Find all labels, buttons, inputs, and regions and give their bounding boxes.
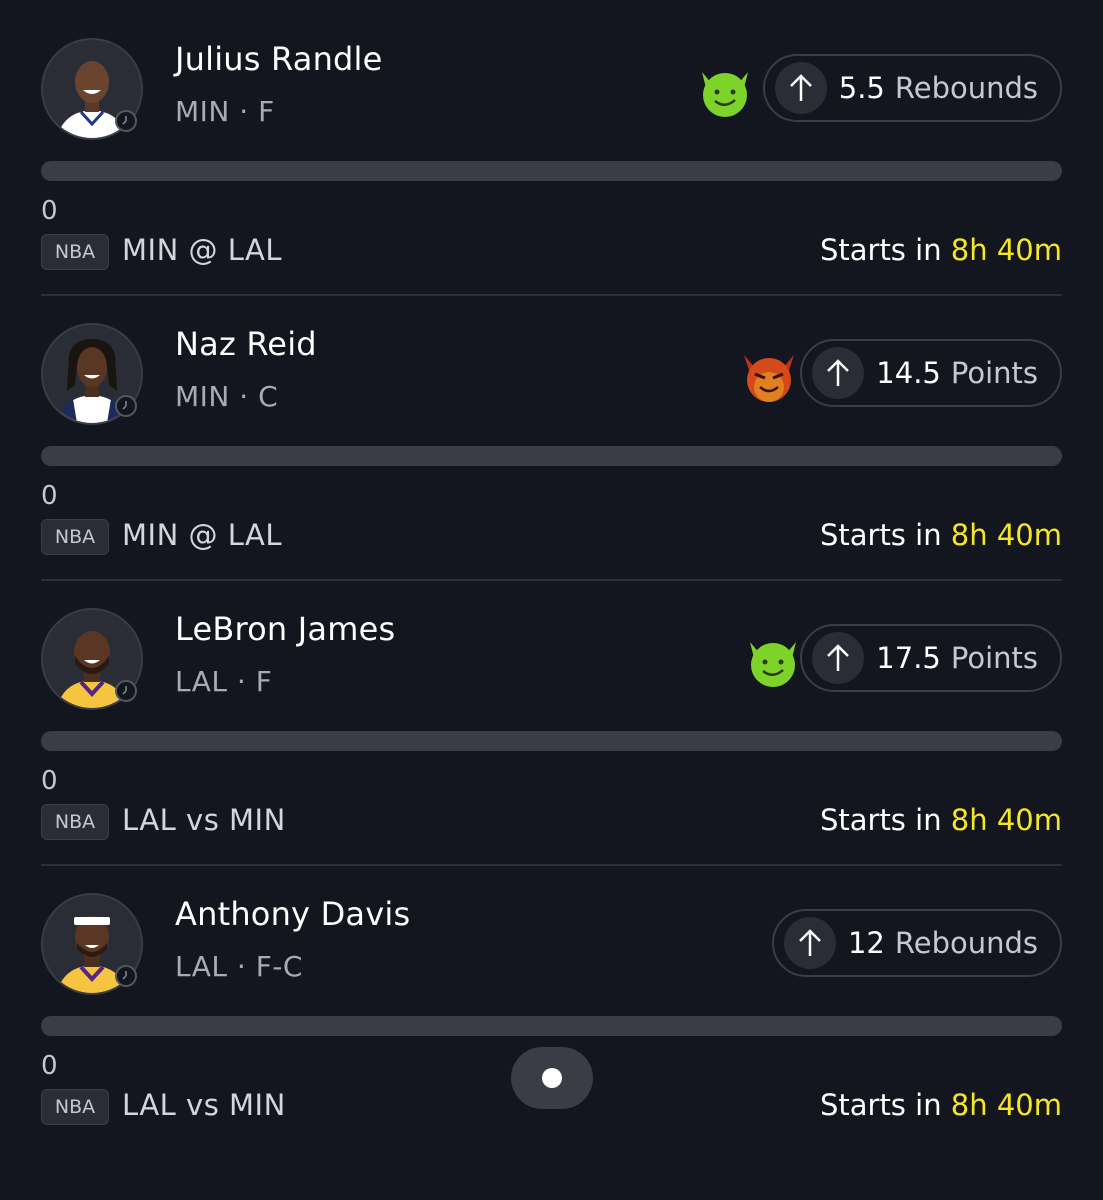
- divider: [41, 294, 1062, 296]
- line-stat: Rebounds: [894, 926, 1038, 960]
- goblin-icon: [744, 632, 802, 690]
- progress-bar: [41, 446, 1062, 466]
- matchup: LAL vs MIN: [122, 803, 286, 837]
- pick-line-button[interactable]: 17.5 Points: [800, 624, 1062, 692]
- start-time: Starts in 8h 40m: [820, 803, 1062, 837]
- progress-bar: [41, 1016, 1062, 1036]
- progress-count: 0: [41, 766, 58, 796]
- matchup: MIN @ LAL: [122, 233, 283, 267]
- scroll-dot: [542, 1068, 562, 1088]
- line-value: 17.5: [876, 641, 941, 675]
- player-team-position: MIN · F: [175, 95, 275, 128]
- up-arrow-icon: [812, 632, 865, 684]
- progress-bar: [41, 731, 1062, 751]
- scroll-indicator[interactable]: [511, 1047, 593, 1109]
- player-card[interactable]: Anthony Davis LAL · F-C 12 Rebounds 0 NB…: [41, 893, 1062, 1178]
- start-time-label: Starts in: [819, 1088, 942, 1122]
- clock-icon: [115, 110, 137, 132]
- progress-count: 0: [41, 1051, 58, 1081]
- start-time: Starts in 8h 40m: [820, 233, 1062, 267]
- line-stat: Rebounds: [894, 71, 1038, 105]
- pick-line-button[interactable]: 5.5 Rebounds: [762, 54, 1062, 122]
- league-badge: NBA: [41, 234, 109, 270]
- up-arrow-icon: [783, 917, 836, 969]
- clock-icon: [115, 680, 137, 702]
- player-team-position: MIN · C: [175, 380, 279, 413]
- player-team-position: LAL · F-C: [175, 950, 303, 983]
- line-value: 12: [847, 926, 885, 960]
- line-stat: Points: [950, 641, 1038, 675]
- league-badge: NBA: [41, 804, 109, 840]
- start-time: Starts in 8h 40m: [820, 518, 1062, 552]
- pick-line-button[interactable]: 14.5 Points: [800, 339, 1062, 407]
- player-name: LeBron James: [175, 610, 396, 648]
- player-picks-list: Julius Randle MIN · F 5.5 Rebounds 0 NBA…: [0, 0, 1103, 1200]
- player-name: Naz Reid: [175, 325, 317, 363]
- line-value: 5.5: [838, 71, 885, 105]
- clock-icon: [115, 965, 137, 987]
- start-time-value: 8h 40m: [950, 233, 1062, 267]
- clock-icon: [115, 395, 137, 417]
- line-stat: Points: [950, 356, 1038, 390]
- progress-count: 0: [41, 196, 58, 226]
- league-badge: NBA: [41, 1089, 109, 1125]
- progress-bar: [41, 161, 1062, 181]
- matchup: MIN @ LAL: [122, 518, 283, 552]
- player-card[interactable]: Julius Randle MIN · F 5.5 Rebounds 0 NBA…: [41, 38, 1062, 323]
- goblin-icon: [696, 62, 754, 120]
- start-time-label: Starts in: [819, 233, 942, 267]
- start-time-value: 8h 40m: [950, 803, 1062, 837]
- line-value: 14.5: [876, 356, 941, 390]
- start-time-value: 8h 40m: [950, 1088, 1062, 1122]
- start-time-label: Starts in: [819, 803, 942, 837]
- player-name: Anthony Davis: [175, 895, 411, 933]
- divider: [41, 864, 1062, 866]
- up-arrow-icon: [774, 62, 827, 114]
- progress-count: 0: [41, 481, 58, 511]
- demon-icon: [740, 347, 798, 405]
- matchup: LAL vs MIN: [122, 1088, 286, 1122]
- player-card[interactable]: LeBron James LAL · F 17.5 Points 0 NBA L…: [41, 608, 1062, 893]
- player-card[interactable]: Naz Reid MIN · C 14.5 Points 0 NBA MIN @…: [41, 323, 1062, 608]
- player-team-position: LAL · F: [175, 665, 273, 698]
- start-time-value: 8h 40m: [950, 518, 1062, 552]
- divider: [41, 579, 1062, 581]
- start-time-label: Starts in: [819, 518, 942, 552]
- league-badge: NBA: [41, 519, 109, 555]
- player-name: Julius Randle: [175, 40, 383, 78]
- pick-line-button[interactable]: 12 Rebounds: [771, 909, 1062, 977]
- start-time: Starts in 8h 40m: [820, 1088, 1062, 1122]
- up-arrow-icon: [812, 347, 865, 399]
